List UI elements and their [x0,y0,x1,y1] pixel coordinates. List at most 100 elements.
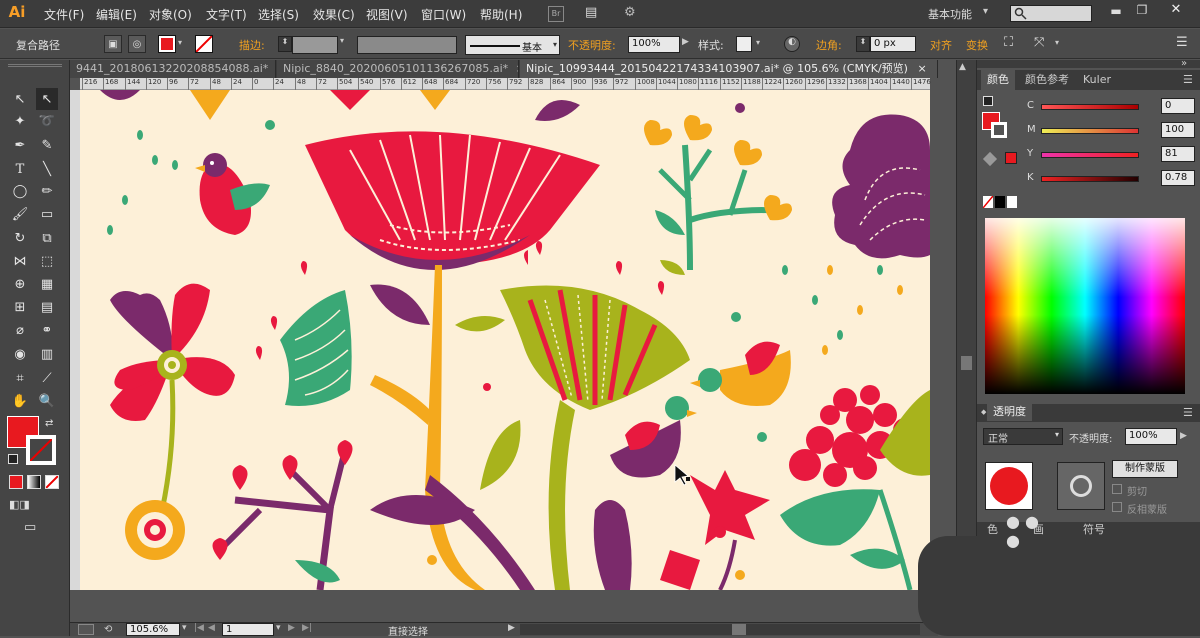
scale-tool-icon[interactable]: ⧉ [36,227,58,249]
close-icon[interactable]: ✕ [1160,2,1192,20]
red-petal-top[interactable] [330,90,370,110]
slice-tool-icon[interactable]: ⟋ [36,367,58,389]
select-similar-icon[interactable]: ⛶ [1004,35,1013,50]
minimize-icon[interactable]: ▬ [1108,4,1124,18]
menu-type[interactable]: 文字(T) [206,6,247,23]
style-swatch[interactable] [736,36,752,52]
purple-bird[interactable] [610,396,697,478]
opacity-label[interactable]: 不透明度: [568,37,616,53]
prev-artboard-icon[interactable]: ◀ [208,623,215,633]
purple-leaf[interactable] [370,285,430,326]
pen-tool-icon[interactable]: ✒ [9,134,31,156]
yellow-bird[interactable] [690,342,791,406]
tab-close-icon[interactable]: × [516,62,519,75]
stroke-label[interactable]: 描边: [239,37,265,53]
clip-checkbox[interactable] [1112,484,1122,494]
channel-m-slider[interactable] [1041,128,1139,134]
artboard-number-input[interactable]: 1 [222,623,274,636]
menu-window[interactable]: 窗口(W) [421,6,466,23]
rotate-tool-icon[interactable]: ↻ [9,227,31,249]
transform-each-icon[interactable]: ⤧ [1034,35,1044,50]
artboard-canvas[interactable] [80,90,930,590]
tab-document-3[interactable]: Nipic_10993444_20150422174334103907.ai* … [520,60,938,78]
sync-settings-icon[interactable]: ⚙ [624,5,636,20]
search-input[interactable] [1010,5,1092,22]
workspace-switcher[interactable]: 基本功能 [928,6,972,22]
curvature-tool-icon[interactable]: ✎ [36,134,58,156]
status-arrow-icon[interactable]: ▶ [508,623,515,633]
eraser-icon[interactable]: ▭ [36,203,58,225]
restore-icon[interactable]: ❐ [1134,3,1150,17]
transform-link[interactable]: 变换 [966,37,988,53]
opacity-arrow-icon[interactable]: ▶ [682,37,689,47]
channel-c-value[interactable]: 0 [1161,98,1195,114]
transparency-menu-icon[interactable]: ☰ [1183,406,1193,419]
purple-petal-top[interactable] [100,90,140,100]
corner-stepper[interactable]: ⬍ [856,36,870,52]
free-transform-icon[interactable]: ⬚ [36,250,58,272]
menu-edit[interactable]: 编辑(E) [96,6,137,23]
blend-tool-icon[interactable]: ⚭ [36,319,58,341]
gradient-mode-icon[interactable] [27,475,41,489]
stroke-weight-input[interactable] [292,36,338,54]
lasso-icon[interactable]: ➰ [36,110,58,132]
ellipse-tool-icon[interactable]: ◯ [9,180,31,202]
horizontal-scrollbar[interactable] [520,624,920,635]
horizontal-ruler[interactable]: 2161681441209672482402448725045405766126… [80,78,930,90]
red-bird-top[interactable] [195,153,270,235]
align-link[interactable]: 对齐 [930,37,952,53]
olive-leaf[interactable] [455,316,505,331]
isolate-icon[interactable]: ▣ [104,35,122,53]
scroll-thumb[interactable] [961,356,972,370]
red-star-flower[interactable] [690,470,770,545]
green-dotted-leaf[interactable] [780,489,880,545]
make-mask-button[interactable]: 制作蒙版 [1112,460,1178,478]
heart-branch[interactable] [213,440,353,590]
pasteboard[interactable] [80,590,930,622]
zoom-level-input[interactable]: 105.6% [126,623,180,636]
tab-close-icon[interactable]: × [917,62,926,75]
stroke-stepper[interactable]: ⬍ [278,36,292,52]
red-heart-flower[interactable] [110,284,235,520]
gradient-tool-icon[interactable]: ▤ [36,296,58,318]
screen-mode-icon[interactable]: ▭ [24,520,46,534]
swap-colors-icon[interactable]: ⇄ [45,418,53,429]
corner-input[interactable]: 0 px [870,36,916,52]
type-tool-icon[interactable]: T [9,158,31,180]
graph-tool-icon[interactable]: ▥ [36,343,58,365]
menu-object[interactable]: 对象(O) [149,6,192,23]
document-info-icon[interactable] [78,624,94,635]
transparency-opacity-input[interactable]: 100% [1125,428,1177,445]
zoom-menu-icon[interactable]: ⟲ [104,624,112,635]
tab-kuler[interactable]: Kuler [1077,70,1117,90]
toolbox-grip[interactable] [8,64,62,67]
mask-thumbnail[interactable] [1057,462,1105,510]
channel-y-value[interactable]: 81 [1161,146,1195,162]
last-artboard-icon[interactable]: ▶| [302,623,312,633]
menu-view[interactable]: 视图(V) [366,6,408,23]
eyedropper-icon[interactable]: ⌀ [9,319,31,341]
yellow-stem[interactable] [425,265,485,590]
menu-help[interactable]: 帮助(H) [480,6,522,23]
menu-effect[interactable]: 效果(C) [313,6,355,23]
style-chevron-icon[interactable]: ▾ [756,38,760,47]
yellow-star-top[interactable] [190,90,230,120]
out-of-gamut-icon[interactable] [983,152,997,166]
channel-m-value[interactable]: 100 [1161,122,1195,138]
opacity-input[interactable]: 100% [628,36,680,53]
pencil-tool-icon[interactable]: ✏ [36,180,58,202]
stroke-swatch[interactable] [195,35,213,53]
panel-grip[interactable] [977,60,1200,68]
channel-c-slider[interactable] [1041,104,1139,110]
bridge-icon[interactable]: Br [548,6,564,22]
variable-width-select[interactable] [357,36,457,54]
mesh-tool-icon[interactable]: ⊞ [9,296,31,318]
channel-y-slider[interactable] [1041,152,1139,158]
invert-mask-checkbox[interactable] [1112,502,1122,512]
symbol-sprayer-icon[interactable]: ◉ [9,343,31,365]
magic-wand-icon[interactable]: ✦ [9,110,31,132]
black-swatch[interactable] [995,196,1005,208]
none-swatch[interactable] [983,196,993,208]
yellow-daisy[interactable] [125,500,185,560]
color-panel-menu-icon[interactable]: ☰ [1183,73,1193,86]
